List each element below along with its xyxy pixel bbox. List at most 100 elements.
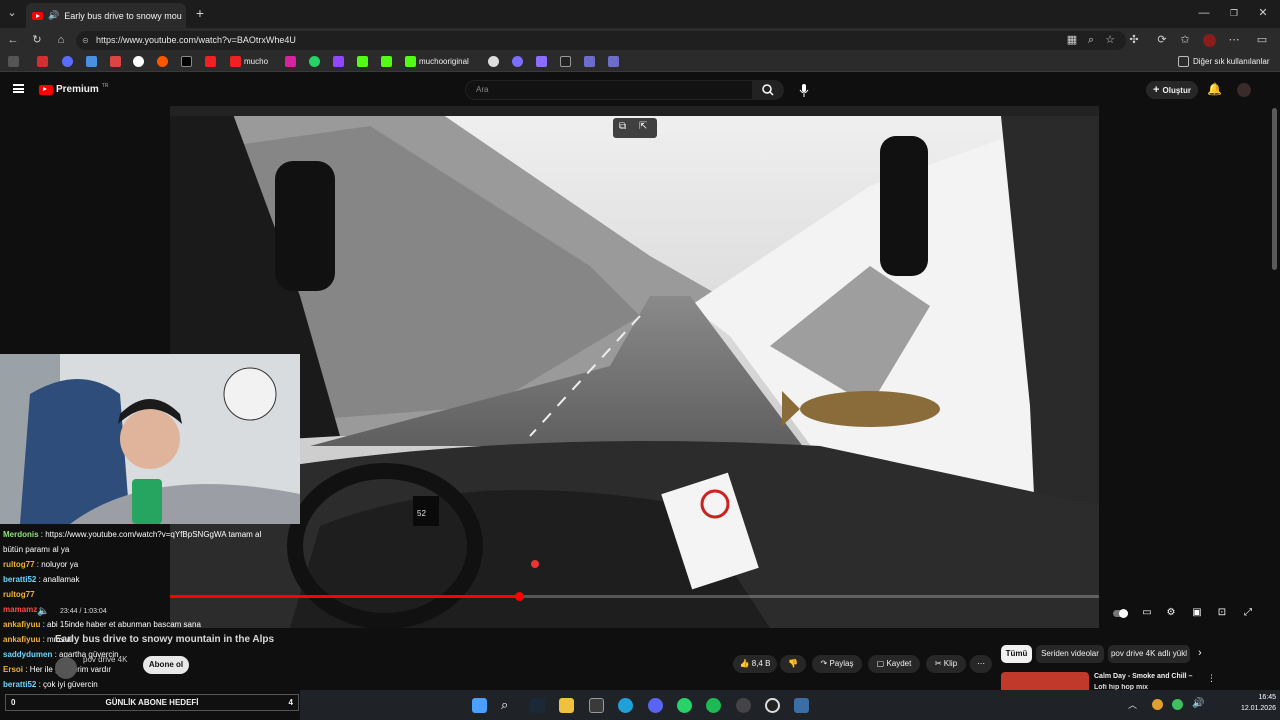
bookmark-kick2-icon[interactable] bbox=[381, 56, 392, 67]
cast-icon[interactable]: ⊡ bbox=[1215, 606, 1229, 620]
chips-next-chevron-icon[interactable]: › bbox=[1198, 647, 1202, 659]
clock-date[interactable]: 12.01.2026 bbox=[1230, 705, 1276, 712]
settings-more-icon[interactable]: ⋯ bbox=[1226, 33, 1242, 47]
miniplayer-icon[interactable]: ⧉ bbox=[619, 121, 626, 132]
tray-volume-icon[interactable]: 🔊 bbox=[1192, 698, 1204, 709]
browser-tab[interactable]: 🔊 Early bus drive to snowy mou ✕ bbox=[26, 3, 186, 28]
video-player[interactable]: 52 ⧉ ⇱ bbox=[170, 106, 1099, 628]
bookmark-instagram-icon[interactable] bbox=[285, 56, 296, 67]
subscribe-button[interactable]: Abone ol bbox=[143, 656, 189, 674]
steam-icon[interactable] bbox=[530, 698, 545, 713]
create-button[interactable]: + Oluştur bbox=[1146, 81, 1198, 99]
notifications-bell-icon[interactable]: 🔔 bbox=[1207, 82, 1222, 96]
sidebar-toggle-icon[interactable]: ▭ bbox=[1254, 33, 1270, 47]
page-scrollbar[interactable] bbox=[1272, 108, 1277, 270]
start-icon[interactable] bbox=[472, 698, 487, 713]
share-overlay-icon[interactable]: ⇱ bbox=[639, 121, 647, 132]
bookmark-app-icon[interactable] bbox=[62, 56, 73, 67]
bookmark-twitch-icon[interactable] bbox=[333, 56, 344, 67]
like-button[interactable]: 👍 8,4 B bbox=[733, 655, 777, 673]
autoplay-toggle[interactable] bbox=[1113, 606, 1128, 620]
tray-mic-icon[interactable] bbox=[1172, 699, 1183, 710]
channel-avatar[interactable] bbox=[55, 657, 77, 679]
search-button[interactable] bbox=[752, 80, 784, 100]
bookmark-reddit-icon[interactable] bbox=[157, 56, 168, 67]
window-close-icon[interactable]: ✕ bbox=[1255, 6, 1271, 20]
bookmark-feather-icon[interactable] bbox=[536, 56, 547, 67]
settings-gear-icon[interactable]: ⚙ bbox=[1164, 606, 1178, 620]
new-tab-icon[interactable]: + bbox=[192, 6, 208, 20]
reload-icon[interactable]: ↻ bbox=[29, 33, 45, 47]
menu-icon[interactable] bbox=[13, 84, 24, 93]
tray-chevron-icon[interactable]: ︿ bbox=[1128, 698, 1137, 711]
url-field[interactable]: ⊝ https://www.youtube.com/watch?v=BAOtrx… bbox=[76, 31, 1126, 50]
discord-icon[interactable] bbox=[648, 698, 663, 713]
app-available-icon[interactable]: ▦ bbox=[1064, 33, 1080, 47]
zoom-icon[interactable]: ⌕ bbox=[1083, 33, 1099, 47]
bookmark-folder-icon[interactable] bbox=[8, 56, 19, 67]
recommendation-thumbnail[interactable] bbox=[1001, 672, 1089, 692]
bookmark-shield-icon[interactable] bbox=[584, 56, 595, 67]
other-bookmarks-label[interactable]: Diğer sık kullanılanlar bbox=[1193, 57, 1269, 66]
edge-icon[interactable] bbox=[618, 698, 633, 713]
bookmark-docs-icon[interactable] bbox=[86, 56, 97, 67]
search-input[interactable]: Ara bbox=[465, 80, 753, 100]
clock-time[interactable]: 16:45 bbox=[1240, 694, 1276, 701]
bookmark-circle-icon[interactable] bbox=[488, 56, 499, 67]
site-info-icon[interactable]: ⊝ bbox=[82, 31, 89, 50]
fullscreen-icon[interactable]: ⤢ bbox=[1241, 606, 1255, 620]
bookmark-mucho-icon[interactable] bbox=[230, 56, 241, 67]
tray-app-icon[interactable] bbox=[1152, 699, 1163, 710]
more-actions-button[interactable]: ⋯ bbox=[970, 655, 992, 673]
minimize-icon[interactable]: — bbox=[1196, 6, 1212, 20]
chip-all[interactable]: Tümü bbox=[1001, 645, 1032, 663]
obs-icon[interactable] bbox=[765, 698, 780, 713]
bookmark-muchooriginal-icon[interactable] bbox=[405, 56, 416, 67]
spotify-icon[interactable] bbox=[706, 698, 721, 713]
bookmark-youtube-icon[interactable] bbox=[37, 56, 48, 67]
taskbar-search-icon[interactable]: ⌕ bbox=[501, 698, 516, 713]
bookmark-x-icon[interactable] bbox=[181, 56, 192, 67]
bookmark-muchooriginal-label[interactable]: muchooriginal bbox=[419, 57, 469, 66]
save-button[interactable]: ▢ Kaydet bbox=[868, 655, 920, 673]
bookmark-gmail-icon[interactable] bbox=[110, 56, 121, 67]
chip-series[interactable]: Seriden videolar bbox=[1036, 645, 1104, 663]
chip-channel-uploads[interactable]: pov drive 4K adlı yükl bbox=[1108, 645, 1190, 663]
app-shield-icon[interactable] bbox=[794, 698, 809, 713]
whatsapp-icon[interactable] bbox=[677, 698, 692, 713]
home-icon[interactable]: ⌂ bbox=[53, 33, 69, 47]
bookmark-whatsapp-icon[interactable] bbox=[309, 56, 320, 67]
speaker-icon[interactable]: 🔊 bbox=[48, 10, 59, 21]
extensions-icon[interactable]: ✣ bbox=[1126, 33, 1142, 47]
youtube-logo[interactable]: Premium TR bbox=[39, 83, 108, 95]
bookmark-shield2-icon[interactable] bbox=[608, 56, 619, 67]
bookmark-tm-icon[interactable] bbox=[560, 56, 571, 67]
profile-avatar[interactable] bbox=[1203, 34, 1216, 47]
app-icon[interactable] bbox=[736, 698, 751, 713]
clip-button[interactable]: ✂ Klip bbox=[926, 655, 966, 673]
browser-essentials-icon[interactable]: ⟳ bbox=[1154, 33, 1170, 47]
bookmark-swirl-icon[interactable] bbox=[512, 56, 523, 67]
restore-icon[interactable]: ❐ bbox=[1226, 6, 1242, 20]
share-button[interactable]: ↷ Paylaş bbox=[812, 655, 862, 673]
favorite-star-icon[interactable]: ☆ bbox=[1102, 33, 1118, 47]
bookmark-youtube2-icon[interactable] bbox=[205, 56, 216, 67]
bookmark-google-icon[interactable] bbox=[133, 56, 144, 67]
progress-track[interactable] bbox=[170, 592, 1099, 601]
recommendation-title[interactable]: Calm Day - Smoke and Chill – bbox=[1094, 673, 1192, 680]
bookmark-kick-icon[interactable] bbox=[357, 56, 368, 67]
store-icon[interactable] bbox=[589, 698, 604, 713]
dislike-button[interactable]: 👎 bbox=[780, 655, 806, 673]
miniplayer-icon-button[interactable]: ▣ bbox=[1190, 606, 1204, 620]
recommendation-menu-icon[interactable]: ⋮ bbox=[1207, 673, 1216, 684]
tab-menu-chevron-icon[interactable]: ⌄ bbox=[4, 6, 20, 20]
back-icon[interactable]: ← bbox=[5, 33, 21, 47]
voice-search-mic-icon[interactable] bbox=[797, 82, 811, 98]
account-avatar[interactable] bbox=[1237, 83, 1251, 97]
collections-icon[interactable]: ✩ bbox=[1177, 33, 1193, 47]
subtitles-icon[interactable]: ▭ bbox=[1140, 606, 1154, 620]
file-explorer-icon[interactable] bbox=[559, 698, 574, 713]
bookmark-mucho-label[interactable]: mucho bbox=[244, 57, 268, 66]
other-bookmarks-folder-icon[interactable] bbox=[1178, 56, 1189, 67]
channel-name[interactable]: pov drive 4K bbox=[83, 655, 127, 664]
